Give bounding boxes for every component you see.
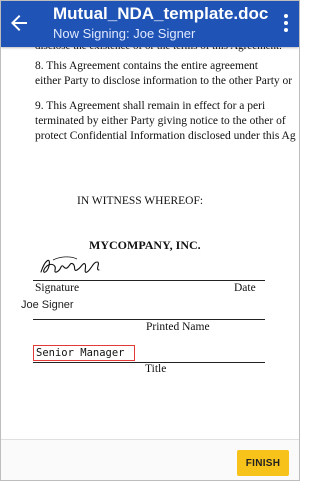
signature-image[interactable] [37,250,107,278]
title-block: Mutual_NDA_template.doc Now Signing: Joe… [53,3,269,43]
para9-line2: terminated by either Party giving notice… [35,115,286,127]
date-label: Date [234,282,256,294]
para8-line1: 8. This Agreement contains the entire ag… [35,60,259,72]
app-bar: Mutual_NDA_template.doc Now Signing: Joe… [1,1,299,47]
printed-name-field[interactable]: Joe Signer [21,299,74,311]
title-label: Title [145,363,167,375]
signing-status: Now Signing: Joe Signer [53,26,196,41]
para9-line3: protect Confidential Information disclos… [35,130,296,142]
printed-name-rule [33,319,265,320]
witness-heading: IN WITNESS WHEREOF: [77,195,204,207]
printed-name-label: Printed Name [146,321,210,333]
para9-line1: 9. This Agreement shall remain in effect… [35,100,266,112]
para8-line2: either Party to disclose information to … [35,75,293,87]
finish-button[interactable]: FINISH [237,450,289,476]
document-title: Mutual_NDA_template.doc [53,4,269,23]
document-view[interactable]: disclose the existence of or the terms o… [1,1,299,439]
title-input[interactable]: Senior Manager [33,345,135,361]
signature-rule [33,280,265,281]
signature-label: Signature [35,282,80,294]
more-vert-icon[interactable] [283,14,289,34]
app-window: disclose the existence of or the terms o… [0,0,300,481]
arrow-left-icon[interactable] [7,11,31,35]
bottom-bar: FINISH [1,439,299,480]
